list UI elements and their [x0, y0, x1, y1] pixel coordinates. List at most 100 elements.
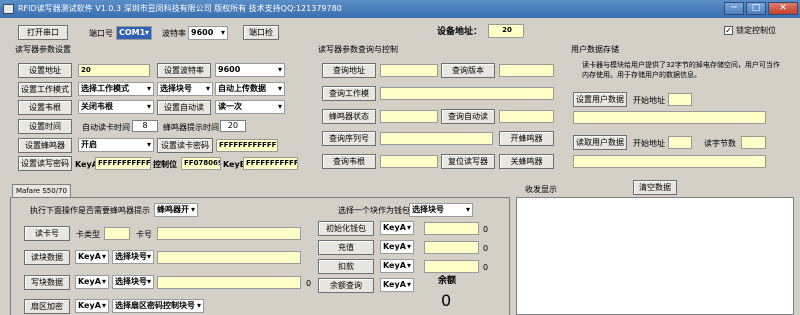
- query-mode-field[interactable]: [380, 87, 554, 100]
- lock-checkbox[interactable]: ✓: [724, 26, 733, 35]
- buzzer-prompt-select[interactable]: 蜂鸣器开: [154, 203, 198, 217]
- port-select[interactable]: COM1: [116, 26, 152, 40]
- query-autoread-button[interactable]: 查询自动读: [441, 109, 495, 124]
- buzzer-status-field[interactable]: [380, 110, 438, 123]
- balance-query-button[interactable]: 余额查询: [318, 278, 374, 293]
- write-block-field[interactable]: [157, 276, 301, 289]
- buzzer-select[interactable]: 开启: [78, 138, 154, 152]
- set-user-data-field[interactable]: [573, 111, 766, 124]
- reset-reader-button[interactable]: 复位读写器: [441, 154, 495, 169]
- ctrl-field[interactable]: FF078069: [181, 157, 221, 170]
- query-wiegand-field[interactable]: [380, 155, 438, 168]
- write-block-select[interactable]: 选择块号: [112, 275, 154, 289]
- query-version-button[interactable]: 查询版本: [441, 63, 495, 78]
- query-serial-button[interactable]: 查询序列号: [322, 131, 376, 146]
- query-address-field[interactable]: [380, 64, 438, 77]
- minimize-button[interactable]: ─: [724, 2, 744, 15]
- init-key-select[interactable]: KeyA: [380, 221, 414, 235]
- set-baud-button[interactable]: 设置波特率: [157, 63, 211, 78]
- card-number-field[interactable]: [157, 227, 301, 240]
- device-addr-field[interactable]: 20: [488, 24, 524, 38]
- set-user-data-button[interactable]: 设置用户数据: [573, 92, 627, 107]
- buzzer-prompt-label: 执行下面操作是否需要蜂鸣器提示: [30, 206, 150, 215]
- card-type-label: 卡类型: [76, 230, 100, 239]
- deduct-field[interactable]: [424, 260, 479, 273]
- query-version-field[interactable]: [499, 64, 554, 77]
- upload-select[interactable]: 自动上传数据: [215, 82, 285, 96]
- sector-encrypt-button[interactable]: 扇区加密: [24, 299, 70, 314]
- buzzer-time-field[interactable]: 20: [220, 120, 246, 132]
- clear-data-button[interactable]: 清空数据: [633, 180, 677, 195]
- write-block-button[interactable]: 写块数据: [24, 275, 70, 290]
- read-start-address-field[interactable]: [668, 136, 692, 149]
- keyb-field[interactable]: FFFFFFFFFFFF: [243, 157, 298, 170]
- transceive-log[interactable]: [516, 197, 794, 315]
- read-password-field[interactable]: FFFFFFFFFFFF: [216, 139, 278, 152]
- open-port-button[interactable]: 打开串口: [18, 25, 68, 40]
- read-user-data-field[interactable]: [573, 155, 766, 168]
- deduct-button[interactable]: 扣款: [318, 259, 374, 274]
- user-data-title: 用户数据存储: [571, 45, 619, 54]
- set-time-button[interactable]: 设置时间: [18, 119, 72, 134]
- maximize-button[interactable]: □: [746, 2, 766, 15]
- init-wallet-field[interactable]: [424, 222, 479, 235]
- query-serial-field[interactable]: [380, 132, 493, 145]
- baud-setting-select[interactable]: 9600: [215, 63, 285, 77]
- balance-key-select[interactable]: KeyA: [380, 278, 414, 292]
- close-button[interactable]: ✕: [768, 2, 798, 15]
- autoread-time-field[interactable]: 8: [132, 120, 158, 132]
- write-count-value: 0: [306, 279, 312, 288]
- set-rw-password-button[interactable]: 设置读写密码: [18, 156, 72, 171]
- deduct-key-select[interactable]: KeyA: [380, 259, 414, 273]
- app-icon: [3, 4, 14, 14]
- buzzer-status-button[interactable]: 蜂鸣器状态: [322, 109, 376, 124]
- read-card-number-button[interactable]: 读卡号: [24, 226, 70, 241]
- open-buzzer-button[interactable]: 开蜂鸣器: [499, 131, 554, 146]
- read-bytes-field[interactable]: [741, 136, 766, 149]
- init-wallet-button[interactable]: 初始化钱包: [318, 221, 374, 236]
- write-key-select[interactable]: KeyA: [75, 275, 109, 289]
- read-block-select[interactable]: 选择块号: [112, 250, 154, 264]
- window-controls: ─ □ ✕: [724, 2, 798, 15]
- port-check-button[interactable]: 端口检: [243, 25, 279, 40]
- mode-select[interactable]: 选择工作模式: [78, 82, 154, 96]
- autoread-select[interactable]: 读一次: [215, 100, 285, 114]
- block-select[interactable]: 选择块号: [157, 82, 213, 96]
- recharge-key-select[interactable]: KeyA: [380, 240, 414, 254]
- read-user-data-button[interactable]: 读取用户数据: [573, 135, 627, 150]
- wallet-block-select[interactable]: 选择块号: [409, 203, 473, 217]
- read-key-select[interactable]: KeyA: [75, 250, 109, 264]
- wiegand-select[interactable]: 关闭韦根: [78, 100, 154, 114]
- address-field[interactable]: 20: [78, 64, 150, 77]
- port-label: 端口号: [89, 29, 113, 38]
- query-mode-button[interactable]: 查询工作模: [322, 86, 376, 101]
- set-address-button[interactable]: 设置地址: [18, 63, 72, 78]
- window-title: RFID读写器测试软件 V1.0.3 深圳市昱闵科技有限公司 版权所有 技术支持…: [18, 4, 342, 13]
- query-address-button[interactable]: 查询地址: [322, 63, 376, 78]
- keya-field[interactable]: FFFFFFFFFFFF: [95, 157, 151, 170]
- sector-block-select[interactable]: 选择扇区密码控制块号: [112, 299, 204, 313]
- set-wiegand-button[interactable]: 设置韦根: [18, 100, 72, 115]
- transceive-title: 收发显示: [525, 185, 557, 194]
- read-block-button[interactable]: 读块数据: [24, 250, 70, 265]
- card-type-field[interactable]: [104, 227, 130, 240]
- init-wallet-value: 0: [483, 225, 489, 234]
- baud-select[interactable]: 9600: [188, 26, 228, 40]
- query-autoread-field[interactable]: [499, 110, 554, 123]
- recharge-field[interactable]: [424, 241, 479, 254]
- encrypt-key-select[interactable]: KeyA: [75, 299, 109, 313]
- set-read-password-button[interactable]: 设置读卡密码: [157, 138, 213, 153]
- tab-mifare[interactable]: Mafare S50/70: [12, 184, 71, 197]
- recharge-button[interactable]: 充值: [318, 240, 374, 255]
- read-bytes-label: 读字节数: [704, 139, 736, 148]
- set-autoread-button[interactable]: 设置自动读: [157, 100, 211, 115]
- read-start-address-label: 开始地址: [633, 139, 665, 148]
- read-block-field[interactable]: [157, 251, 301, 264]
- close-buzzer-button[interactable]: 关蜂鸣器: [499, 154, 554, 169]
- set-start-address-field[interactable]: [668, 93, 692, 106]
- set-buzzer-button[interactable]: 设置蜂鸣器: [18, 138, 72, 153]
- set-mode-button[interactable]: 设置工作模式: [18, 82, 72, 97]
- reader-settings-title: 读写器参数设置: [15, 45, 71, 54]
- query-wiegand-button[interactable]: 查询韦根: [322, 154, 376, 169]
- recharge-value: 0: [483, 244, 489, 253]
